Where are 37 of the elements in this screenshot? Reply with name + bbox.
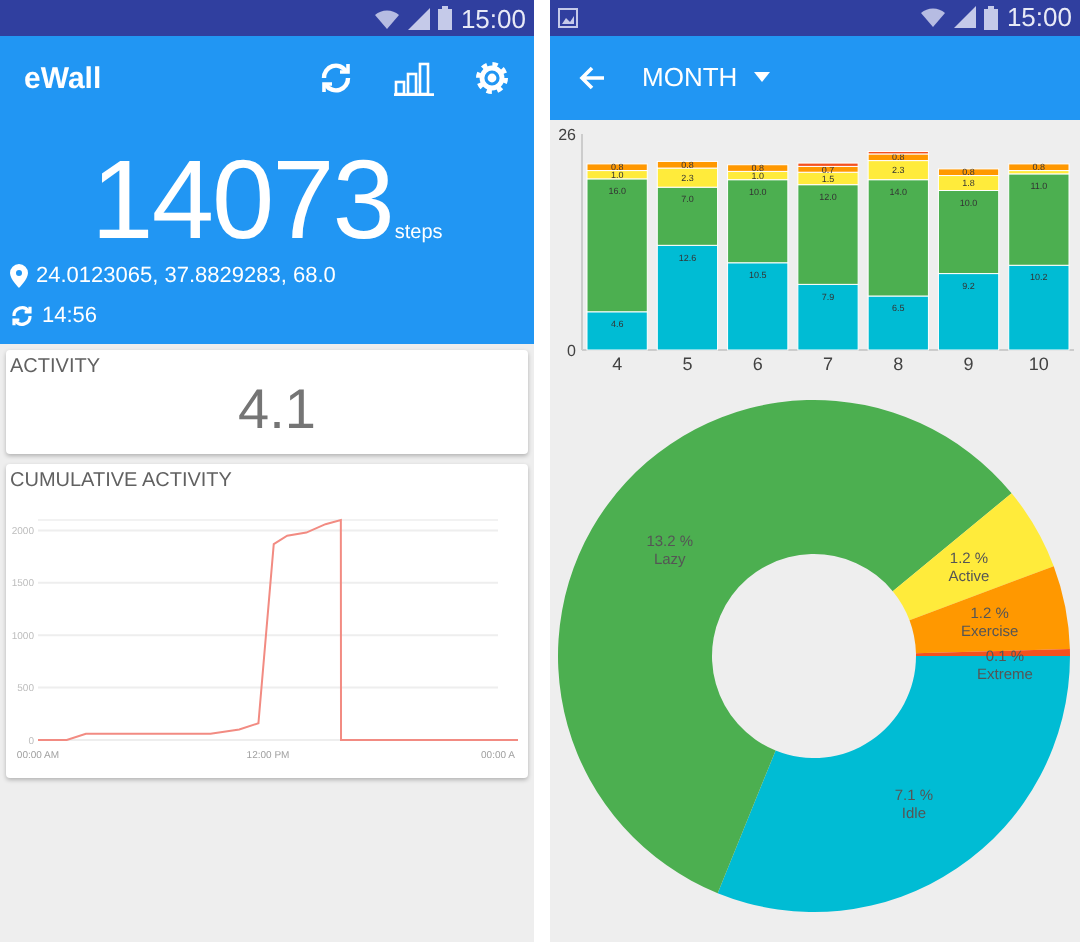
card-title: ACTIVITY [8,354,103,378]
wifi-icon [374,7,401,29]
axis-label: 7 [823,353,833,373]
axis-label: 0 [567,341,576,360]
step-count: 14073 [91,144,393,256]
sync-icon[interactable] [318,60,354,96]
axis-label: 8 [893,353,904,373]
battery-icon [984,5,999,30]
signal-icon [954,6,977,29]
axis-label: 26 [558,125,576,144]
wifi-icon [920,6,947,29]
bar-segment [1008,264,1070,350]
card-title: CUMULATIVE ACTIVITY [8,468,234,492]
steps-unit: steps [394,222,443,244]
bar-chart-icon[interactable] [394,60,434,96]
caret-icon [753,72,770,83]
status-time: 15:00 [460,3,526,33]
axis-label: 9 [963,353,974,373]
period-dropdown[interactable]: MONTH [642,62,770,93]
axis-label: 6 [752,353,763,373]
location-pin-icon [10,264,28,288]
axis-label: 4 [612,353,623,373]
battery-icon [438,6,453,30]
bar-segment [727,261,789,350]
settings-icon[interactable] [474,60,510,96]
status-time: 15:00 [1006,2,1072,33]
sync-time: 14:56 [42,304,98,328]
location-text: 24.0123065, 37.8829283, 68.0 [36,264,336,288]
activity-value: 4.1 [236,378,318,444]
signal-icon [408,7,431,29]
axis-label: 5 [682,353,693,373]
bar-segment [937,272,1000,350]
back-icon[interactable] [578,63,606,92]
image-icon [558,7,578,28]
axis-label: 10 [1028,353,1049,373]
app-title: eWall [24,61,104,95]
sync-icon [10,304,34,328]
